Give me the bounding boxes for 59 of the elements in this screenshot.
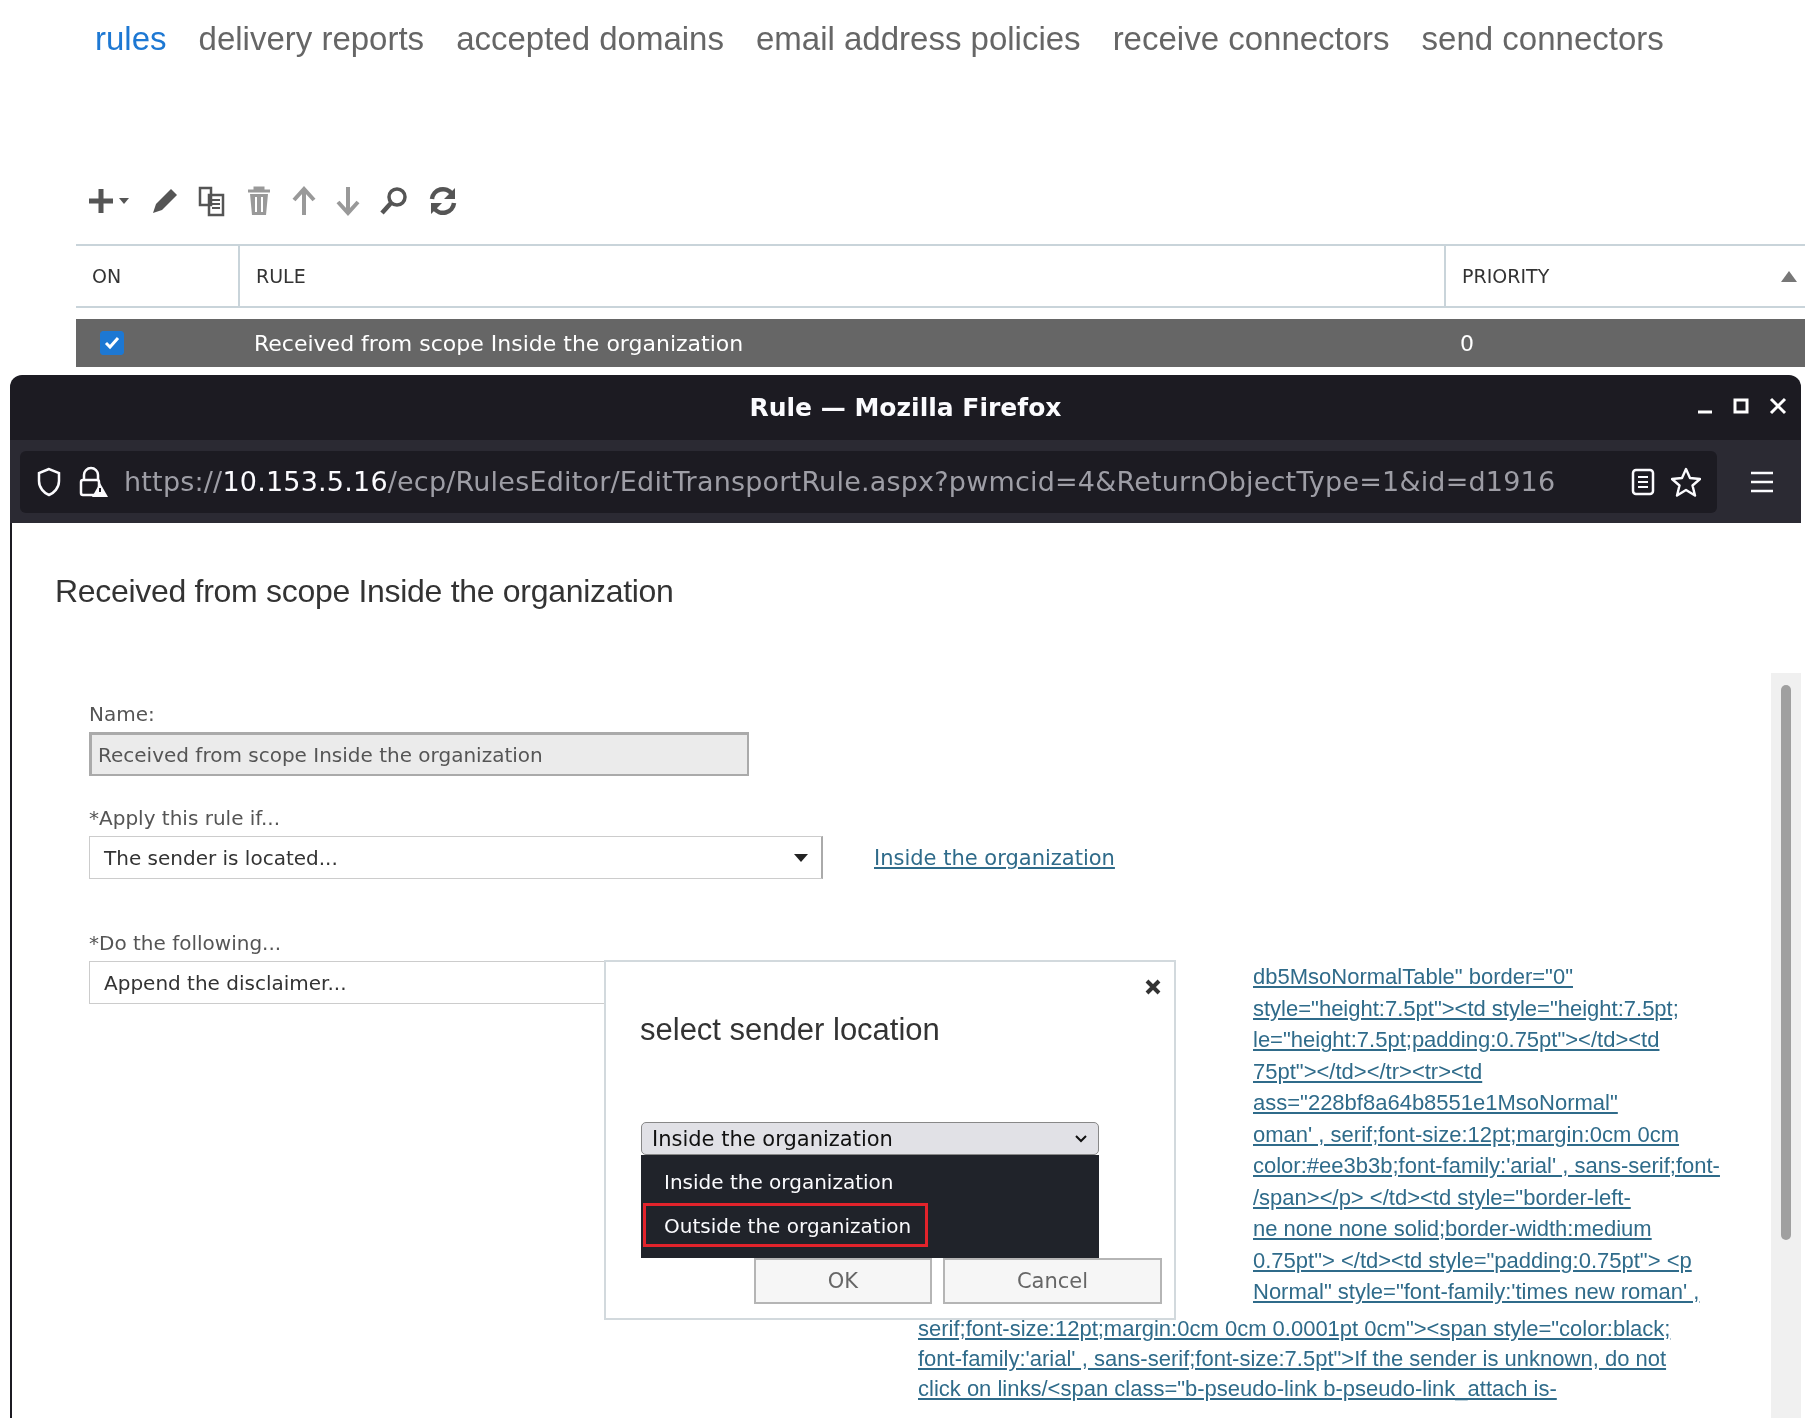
search-icon[interactable] — [379, 185, 409, 217]
checkbox[interactable] — [100, 331, 124, 355]
disclaimer-link-text[interactable]: oman' , serif;font-size:12pt;margin:0cm 0cm — [1253, 1118, 1680, 1150]
disclaimer-link-text[interactable]: font-family:'arial' , sans-serif;font-size:7.5pt">If the sender is unknown, do not — [918, 1343, 1667, 1374]
disclaimer-link-text[interactable]: serif;font-size:12pt;margin:0cm 0cm 0.0001pt 0cm"><span style="color:black; — [918, 1313, 1671, 1344]
nav-tab[interactable]: accepted domains — [456, 22, 724, 70]
table-cell-text: 0 — [1459, 330, 1475, 356]
disclaimer-link-text[interactable]: /span></p> </td><td style="border-left- — [1253, 1181, 1631, 1213]
disclaimer-link-text[interactable]: Normal" style="font-family:'times new roman' , — [1253, 1276, 1700, 1308]
scrollbar-thumb[interactable] — [1781, 685, 1791, 1240]
disclaimer-link-text[interactable]: ass="228bf8a64b8551e1MsoNormal" — [1253, 1087, 1618, 1119]
disclaimer-link-text[interactable]: 0.75pt"> </td><td style="padding:0.75pt"> <p — [1253, 1244, 1692, 1276]
nav-tab[interactable]: receive connectors — [1112, 22, 1390, 70]
location-dropdown[interactable]: Inside the organization — [641, 1122, 1099, 1155]
trash-icon[interactable] — [245, 185, 273, 217]
refresh-icon[interactable] — [427, 185, 459, 217]
field-label: Name: — [89, 702, 156, 726]
chevron-down-icon — [1074, 1133, 1088, 1144]
url-text: https://10.153.5.16/ecp/RulesEditor/EditTransportRule.aspx?pwmcid=4&ReturnObjectType=1&id=d1916 — [124, 466, 1557, 497]
down-arrow-icon[interactable] — [335, 185, 361, 217]
disclaimer-link-text[interactable]: color:#ee3b3b;font-family:'arial' , sans-serif;font- — [1253, 1150, 1720, 1182]
condition-link[interactable]: Inside the organization — [874, 845, 1115, 870]
ok-button[interactable]: OK — [754, 1258, 932, 1304]
disclaimer-link-text[interactable]: le="height:7.5pt;padding:0.75pt"></td><td — [1253, 1024, 1660, 1056]
column-header[interactable]: ON — [76, 246, 238, 306]
reader-view-icon[interactable] — [1631, 467, 1655, 496]
disclaimer-link-text[interactable]: db5MsoNormalTable" border="0" — [1253, 961, 1573, 993]
column-header[interactable]: RULE — [238, 246, 1444, 306]
dialog-title: select sender location — [639, 1011, 940, 1049]
table-cell-text: Received from scope Inside the organization — [253, 330, 745, 356]
dropdown-option[interactable]: Inside the organization — [643, 1159, 911, 1203]
dropdown-option[interactable]: Outside the organization — [643, 1203, 929, 1247]
shield-icon[interactable] — [36, 466, 62, 497]
window-title: Rule — Mozilla Firefox — [749, 393, 1062, 422]
disclaimer-link-text[interactable]: click on links/<span class="b-pseudo-link b-pseudo-link_attach is- — [918, 1373, 1557, 1404]
dropdown-arrow-icon — [793, 852, 809, 863]
nav-tab[interactable]: email address policies — [755, 22, 1081, 70]
warning-lock-icon[interactable] — [78, 465, 108, 498]
field-label: *Do the following... — [89, 931, 283, 955]
up-arrow-icon[interactable] — [291, 185, 317, 217]
nav-tab[interactable]: rules — [95, 22, 167, 70]
maximize-icon[interactable] — [1733, 398, 1749, 414]
scrollbar[interactable] — [1771, 673, 1801, 1418]
condition-dropdown[interactable]: The sender is located... — [89, 836, 823, 879]
field-label: *Apply this rule if... — [89, 806, 281, 830]
disclaimer-link-text[interactable]: style="height:7.5pt"><td style="height:7.5pt; — [1253, 992, 1679, 1024]
star-icon[interactable] — [1671, 466, 1701, 497]
page-heading: Received from scope Inside the organization — [55, 573, 675, 610]
nav-tab[interactable]: delivery reports — [198, 22, 425, 70]
close-icon[interactable] — [1144, 978, 1162, 996]
copy-icon[interactable] — [197, 185, 227, 217]
cancel-button[interactable]: Cancel — [943, 1258, 1162, 1304]
nav-tab[interactable]: send connectors — [1421, 22, 1664, 70]
disclaimer-link-text[interactable]: 75pt"></td></tr><tr><td — [1253, 1055, 1483, 1087]
address-bar[interactable]: https://10.153.5.16/ecp/RulesEditor/EditTransportRule.aspx?pwmcid=4&ReturnObjectType=1&id=d1916 — [20, 450, 1717, 513]
column-header[interactable]: PRIORITY — [1444, 246, 1805, 306]
disclaimer-link-text[interactable]: ne none none solid;border-width:medium — [1253, 1213, 1652, 1245]
sort-arrow-icon[interactable] — [1781, 270, 1797, 282]
table-row[interactable]: Received from scope Inside the organization 0 — [76, 319, 1805, 367]
